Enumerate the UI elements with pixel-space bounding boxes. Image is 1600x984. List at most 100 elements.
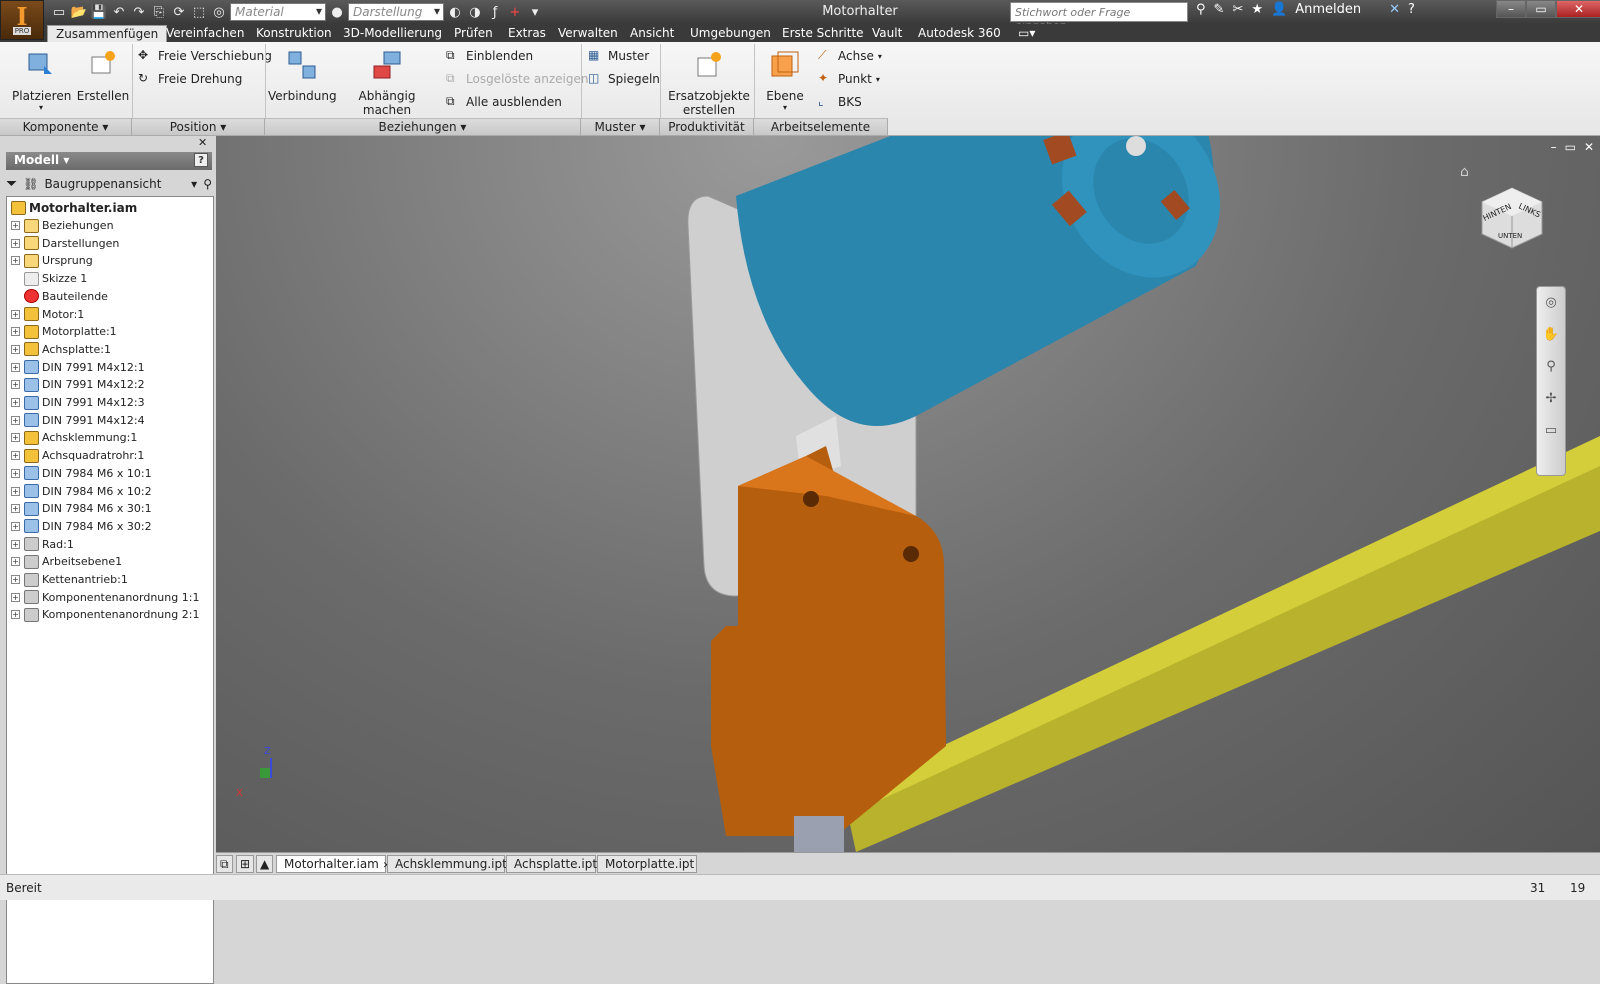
browser-close-icon[interactable]: ✕ <box>198 136 207 149</box>
tab-zusammenfuegen[interactable]: Zusammenfügen <box>47 25 168 42</box>
expand-icon[interactable]: + <box>11 539 20 549</box>
expand-icon[interactable]: + <box>11 398 20 407</box>
expand-icon[interactable]: + <box>11 468 20 478</box>
tab-ansicht[interactable]: Ansicht <box>622 25 682 42</box>
customize-icon[interactable]: ▾ <box>526 3 544 21</box>
tab-pruefen[interactable]: Prüfen <box>446 25 501 42</box>
tab-autodesk-360[interactable]: Autodesk 360 <box>910 25 1009 42</box>
show-button[interactable]: ⧉ Einblenden <box>446 48 533 64</box>
select-icon[interactable]: ⬚ <box>190 3 208 21</box>
panel-arbeitselemente[interactable]: Arbeitselemente <box>754 118 888 135</box>
doc-tab-achsplatte[interactable]: Achsplatte.ipt <box>506 855 597 873</box>
sign-in-button[interactable]: Anmelden <box>1295 2 1361 17</box>
cascade-icon[interactable]: ⧉ <box>216 855 233 873</box>
expand-icon[interactable]: + <box>11 451 20 461</box>
panel-produktivitaet[interactable]: Produktivität <box>660 118 754 135</box>
view-dropdown-arrow-icon[interactable]: ▾ <box>191 177 197 191</box>
home-icon[interactable]: ⌂ <box>1460 164 1469 180</box>
tree-node[interactable]: + DIN 7991 M4x12:4 <box>11 412 145 429</box>
help-icon[interactable]: ? <box>1408 2 1415 17</box>
show-sick-button[interactable]: ⧉ Losgelöste anzeigen <box>446 71 588 87</box>
ribbon-display-toggle[interactable]: ▭▾ <box>1010 25 1043 42</box>
expand-icon[interactable]: + <box>11 415 20 425</box>
tree-root[interactable]: Motorhalter.iam <box>11 199 137 216</box>
tab-extras[interactable]: Extras <box>500 25 554 42</box>
tree-node[interactable]: + Ursprung <box>11 252 93 269</box>
subscription-icon[interactable]: ✎ <box>1214 2 1225 17</box>
maximize-icon[interactable]: ▭ <box>1526 0 1556 18</box>
save-icon[interactable]: 💾 <box>90 3 108 21</box>
look-at-icon[interactable]: ▭ <box>1541 423 1561 443</box>
find-icon[interactable]: ⚲ <box>203 177 212 191</box>
application-menu-button[interactable]: I PRO <box>0 0 44 40</box>
expand-icon[interactable]: + <box>11 238 20 248</box>
doc-tab-motorplatte[interactable]: Motorplatte.ipt <box>597 855 697 873</box>
viewport-restore-icon[interactable]: ▭ <box>1565 140 1576 154</box>
constrain-button[interactable]: Abhängig machen <box>338 48 436 117</box>
ucs-button[interactable]: ⌞ BKS <box>818 94 862 110</box>
tree-node[interactable]: + Rad:1 <box>11 536 74 553</box>
material-combo[interactable]: Material <box>230 3 326 21</box>
free-rotate-button[interactable]: ↻ Freie Drehung <box>138 71 242 87</box>
graphics-window[interactable]: Z X – ▭ ✕ ⌂ HINTEN LINKS UNTEN ◎ ✋ ⚲ ✢ ▭ <box>216 136 1600 852</box>
adjust-appearance-icon[interactable]: ◑ <box>466 3 484 21</box>
joint-button[interactable]: Verbindung <box>268 48 337 103</box>
panel-komponente[interactable]: Komponente ▾ <box>0 118 132 135</box>
tree-node[interactable]: + Beziehungen <box>11 217 114 234</box>
work-axis-button[interactable]: ⟋ Achse ▾ <box>818 48 882 64</box>
favorites-icon[interactable]: ★ <box>1251 2 1263 17</box>
hide-all-button[interactable]: ⧉ Alle ausblenden <box>446 94 562 110</box>
exchange-icon[interactable]: ✕ <box>1389 2 1400 17</box>
tab-vereinfachen[interactable]: Vereinfachen <box>158 25 252 42</box>
open-documents-icon[interactable]: ▲ <box>256 855 274 873</box>
tab-erste-schritte[interactable]: Erste Schritte <box>774 25 872 42</box>
viewcube[interactable]: ⌂ HINTEN LINKS UNTEN <box>1460 164 1546 252</box>
doc-tab-achsklemmung[interactable]: Achsklemmung.ipt <box>387 855 507 873</box>
3d-model[interactable] <box>216 136 1600 852</box>
expand-icon[interactable]: + <box>11 256 20 266</box>
work-point-button[interactable]: ✦ Punkt ▾ <box>818 71 880 87</box>
viewport-close-icon[interactable]: ✕ <box>1584 140 1594 154</box>
appearance-combo[interactable]: Darstellung <box>348 3 444 21</box>
expand-icon[interactable]: + <box>11 327 20 337</box>
mirror-button[interactable]: ◫ Spiegeln <box>588 71 660 87</box>
clear-appearance-icon[interactable]: ◐ <box>446 3 464 21</box>
browser-view-select[interactable]: Baugruppenansicht <box>44 177 161 191</box>
panel-beziehungen[interactable]: Beziehungen ▾ <box>265 118 581 135</box>
doc-tab-motorhalter[interactable]: Motorhalter.iam ✕ <box>276 855 390 873</box>
work-plane-button[interactable]: Ebene ▾ <box>760 48 810 112</box>
help-search-input[interactable]: Stichwort oder Frage eingeben <box>1010 2 1188 32</box>
viewport-minimize-icon[interactable]: – <box>1551 140 1557 154</box>
pan-icon[interactable]: ✋ <box>1541 327 1561 347</box>
expand-icon[interactable]: + <box>11 486 20 496</box>
communication-icon[interactable]: ✂ <box>1232 2 1243 17</box>
open-icon[interactable]: 📂 <box>70 3 88 21</box>
tab-vault[interactable]: Vault <box>864 25 910 42</box>
close-icon[interactable]: ✕ <box>1556 0 1600 18</box>
tree-node[interactable]: + DIN 7984 M6 x 30:1 <box>11 500 152 517</box>
tree-node[interactable]: + Achsquadratrohr:1 <box>11 447 144 464</box>
update-icon[interactable]: ⟳ <box>170 3 188 21</box>
expand-icon[interactable]: + <box>11 521 20 531</box>
tab-3d-modellierung[interactable]: 3D-Modellierung <box>335 25 450 42</box>
tree-node[interactable]: + DIN 7991 M4x12:3 <box>11 394 145 411</box>
tab-konstruktion[interactable]: Konstruktion <box>248 25 340 42</box>
substitutes-button[interactable]: Ersatzobjekte erstellen <box>666 48 752 117</box>
filter-icon[interactable]: ⏷ <box>6 176 17 192</box>
tree-node[interactable]: + Arbeitsebene1 <box>11 553 122 570</box>
expand-icon[interactable]: + <box>11 592 20 602</box>
expand-icon[interactable]: + <box>11 557 20 567</box>
tree-node[interactable]: + Komponentenanordnung 1:1 <box>11 589 199 606</box>
add-icon[interactable]: + <box>506 3 524 21</box>
steering-wheel-icon[interactable]: ◎ <box>1541 295 1561 315</box>
tree-node[interactable]: + Darstellungen <box>11 235 119 252</box>
orbit-icon[interactable]: ✢ <box>1541 391 1561 411</box>
tree-node[interactable]: + DIN 7984 M6 x 30:2 <box>11 518 152 535</box>
new-icon[interactable]: ▭ <box>50 3 68 21</box>
expand-icon[interactable]: + <box>11 610 20 620</box>
expand-icon[interactable]: + <box>11 575 20 584</box>
browser-header[interactable]: Modell ▾ ? <box>6 152 212 170</box>
zoom-icon[interactable]: ⚲ <box>1541 359 1561 379</box>
tree-node[interactable]: + Motor:1 <box>11 306 84 323</box>
expand-icon[interactable]: + <box>11 380 20 390</box>
